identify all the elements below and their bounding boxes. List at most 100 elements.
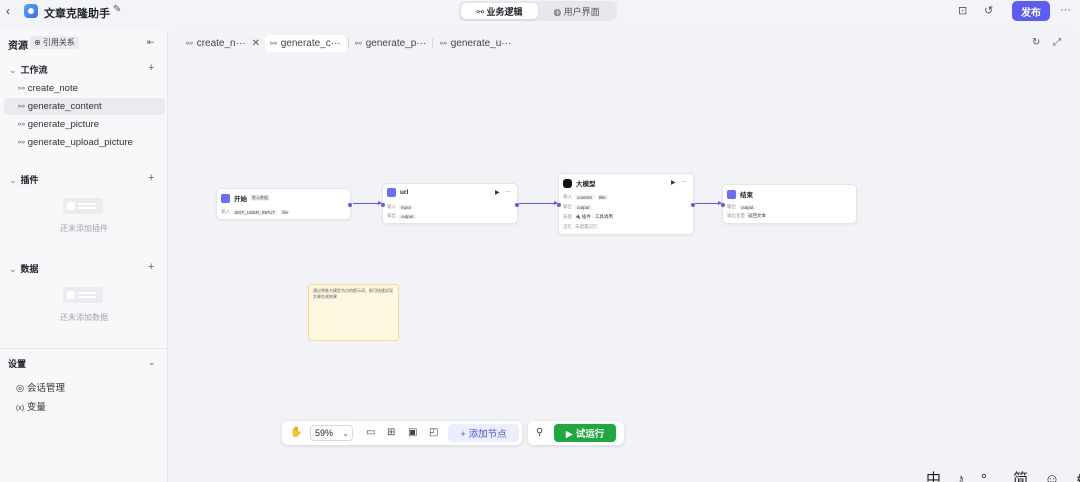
ime-toolbar: 中 ♪ °, 简 ☺ ⚙ xyxy=(926,471,1080,482)
grid-icon[interactable]: ⊞ xyxy=(387,427,395,438)
pointer-mode-icon[interactable]: ✋ xyxy=(290,427,302,438)
image-icon[interactable]: ▣ xyxy=(408,427,417,438)
conversation-icon: ◎ xyxy=(16,383,25,394)
zoom-value: 59% xyxy=(315,428,334,438)
output-label: 输出 xyxy=(563,204,572,209)
workflow-icon: ⚯ xyxy=(18,84,25,93)
empty-data-illustration xyxy=(63,287,103,303)
add-data-icon[interactable]: + xyxy=(148,261,154,273)
zoom-select[interactable]: 59% ⌄ xyxy=(310,425,353,441)
expand-icon[interactable]: ⤢ xyxy=(1053,37,1061,48)
memory-value: 未配置记忆 xyxy=(575,224,598,229)
node-header: 开始 默认数据 xyxy=(221,193,270,203)
run-node-icon[interactable]: ▶ xyxy=(495,189,500,196)
workflow-icon: ⚯ xyxy=(270,39,277,48)
node-input-row: 输入 input xyxy=(387,204,413,210)
canvas-toolbar: ✋ 59% ⌄ ▭ ⊞ ▣ ◰ + 添加节点 xyxy=(282,421,522,445)
import-icon[interactable]: ⊡ xyxy=(958,4,967,17)
workflow-label: generate_upload_picture xyxy=(27,137,133,148)
edge-url-llm xyxy=(519,201,558,205)
workflow-icon: ⚯ xyxy=(355,39,362,48)
run-node-icon[interactable]: ▶ xyxy=(671,179,676,186)
output-chip: output xyxy=(575,204,592,210)
add-plugin-icon[interactable]: + xyxy=(148,172,154,184)
chevron-down-icon[interactable]: ⌄ xyxy=(148,357,156,368)
back-icon[interactable]: ‹ xyxy=(6,4,10,18)
node-title: url xyxy=(400,189,409,196)
input-label: 输入 xyxy=(563,194,572,199)
node-title: 结束 xyxy=(740,192,753,199)
tab-label: create_n··· xyxy=(196,38,246,49)
plugin-section-header[interactable]: ⌄ 插件 xyxy=(9,173,39,186)
collapse-sidebar-icon[interactable]: ⇤ xyxy=(147,37,155,48)
input-label: 输入 xyxy=(221,209,230,214)
workflow-item-create-note[interactable]: ⚯ create_note xyxy=(4,80,165,97)
more-icon[interactable]: ··· xyxy=(681,179,687,185)
edge-llm-end xyxy=(695,201,722,205)
input-chip: file xyxy=(280,209,291,215)
tab-generate-upload-picture[interactable]: ⚯ generate_u··· xyxy=(435,35,516,52)
close-icon[interactable]: ✕ xyxy=(252,38,260,49)
output-chip: output xyxy=(399,213,416,219)
workflow-canvas[interactable]: ⚯ create_n··· ✕ ⚯ generate_c··· ⚯ generate_p… xyxy=(174,30,1076,482)
skill-value: 🔌 插件 · 工具调用 xyxy=(575,214,613,219)
tab-generate-content[interactable]: ⚯ generate_c··· xyxy=(265,35,346,52)
answer-label: 输出变量 xyxy=(727,213,745,218)
data-empty-text: 还未添加数据 xyxy=(60,313,108,322)
reference-button[interactable]: ⊕ 引用关系 xyxy=(30,36,79,49)
output-label: 输出 xyxy=(727,204,736,209)
node-title: 开始 xyxy=(234,196,247,203)
settings-title[interactable]: 设置 xyxy=(8,357,26,370)
chevron-down-icon: ⌄ xyxy=(9,175,17,185)
canvas-note[interactable]: 通过将各大模型节点的提示词，即可快速实现文章生成效果 xyxy=(308,284,399,341)
input-port[interactable] xyxy=(381,203,385,207)
output-port[interactable] xyxy=(348,203,352,207)
input-chip: input xyxy=(399,204,413,210)
data-section-header[interactable]: ⌄ 数据 xyxy=(9,262,39,275)
node-header: 结束 xyxy=(727,189,753,199)
output-chip: output xyxy=(739,204,756,210)
settings-item-variables[interactable]: (x) 变量 xyxy=(16,399,46,413)
publish-button[interactable]: 发布 xyxy=(1012,1,1050,21)
input-port[interactable] xyxy=(557,203,561,207)
resource-sidebar: 资源 ⊕ 引用关系 ⇤ ⌄ 工作流 + ⚯ create_note ⚯ generat… xyxy=(0,30,168,482)
minimap-icon[interactable]: ◰ xyxy=(429,427,438,438)
run-toolbar: ⚲ ▶ 试运行 xyxy=(528,421,624,445)
tab-create-note[interactable]: ⚯ create_n··· ✕ xyxy=(181,35,265,52)
history-icon[interactable]: ↺ xyxy=(984,4,993,17)
edit-icon[interactable]: ✎ xyxy=(113,4,121,15)
input-port[interactable] xyxy=(721,203,725,207)
add-workflow-icon[interactable]: + xyxy=(148,62,154,74)
skill-label: 技能 xyxy=(563,214,572,219)
test-run-button[interactable]: ▶ 试运行 xyxy=(554,424,616,442)
node-start[interactable]: 开始 默认数据 输入 BOT_USER_INPUT file xyxy=(216,188,352,220)
refresh-icon[interactable]: ↻ xyxy=(1032,37,1040,48)
workflow-item-generate-upload-picture[interactable]: ⚯ generate_upload_picture xyxy=(4,134,165,151)
tab-generate-picture[interactable]: ⚯ generate_p··· xyxy=(350,35,431,52)
add-node-button[interactable]: + 添加节点 xyxy=(448,424,519,442)
node-llm[interactable]: 大模型 ▶ ··· 输入 content title 输出 output 技能 🔌 插件… xyxy=(557,173,695,235)
tab-label: generate_p··· xyxy=(365,38,427,49)
workflow-section-header[interactable]: ⌄ 工作流 xyxy=(9,63,48,76)
workflow-item-generate-picture[interactable]: ⚯ generate_picture xyxy=(4,116,165,133)
comment-icon[interactable]: ▭ xyxy=(366,427,375,438)
settings-label: 变量 xyxy=(26,402,46,413)
workflow-item-generate-content[interactable]: ⚯ generate_content xyxy=(4,98,165,115)
more-icon[interactable]: ··· xyxy=(1060,4,1071,16)
settings-item-conversation[interactable]: ◎ 会话管理 xyxy=(16,380,65,394)
plugin-empty-text: 还未添加插件 xyxy=(60,224,108,233)
data-section-label: 数据 xyxy=(20,264,39,274)
node-end[interactable]: 结束 输出 output 输出变量 返回文本 xyxy=(721,184,857,224)
mode-switch: ⚯ 业务逻辑 ◍ 用户界面 xyxy=(459,1,617,21)
tab-business-logic[interactable]: ⚯ 业务逻辑 xyxy=(461,3,538,19)
more-icon[interactable]: ··· xyxy=(505,189,511,195)
resources-title: 资源 xyxy=(8,41,28,52)
node-answer-row: 输出变量 返回文本 xyxy=(727,213,766,219)
input-chip: BOT_USER_INPUT xyxy=(233,209,278,215)
tab-separator xyxy=(348,38,349,48)
tool-icon[interactable]: ⚲ xyxy=(536,427,543,438)
start-node-icon xyxy=(221,193,230,203)
node-url[interactable]: url ▶ ··· 输入 input 输出 output xyxy=(381,183,519,224)
sidebar-divider xyxy=(0,348,168,349)
tab-user-interface[interactable]: ◍ 用户界面 xyxy=(538,3,615,19)
